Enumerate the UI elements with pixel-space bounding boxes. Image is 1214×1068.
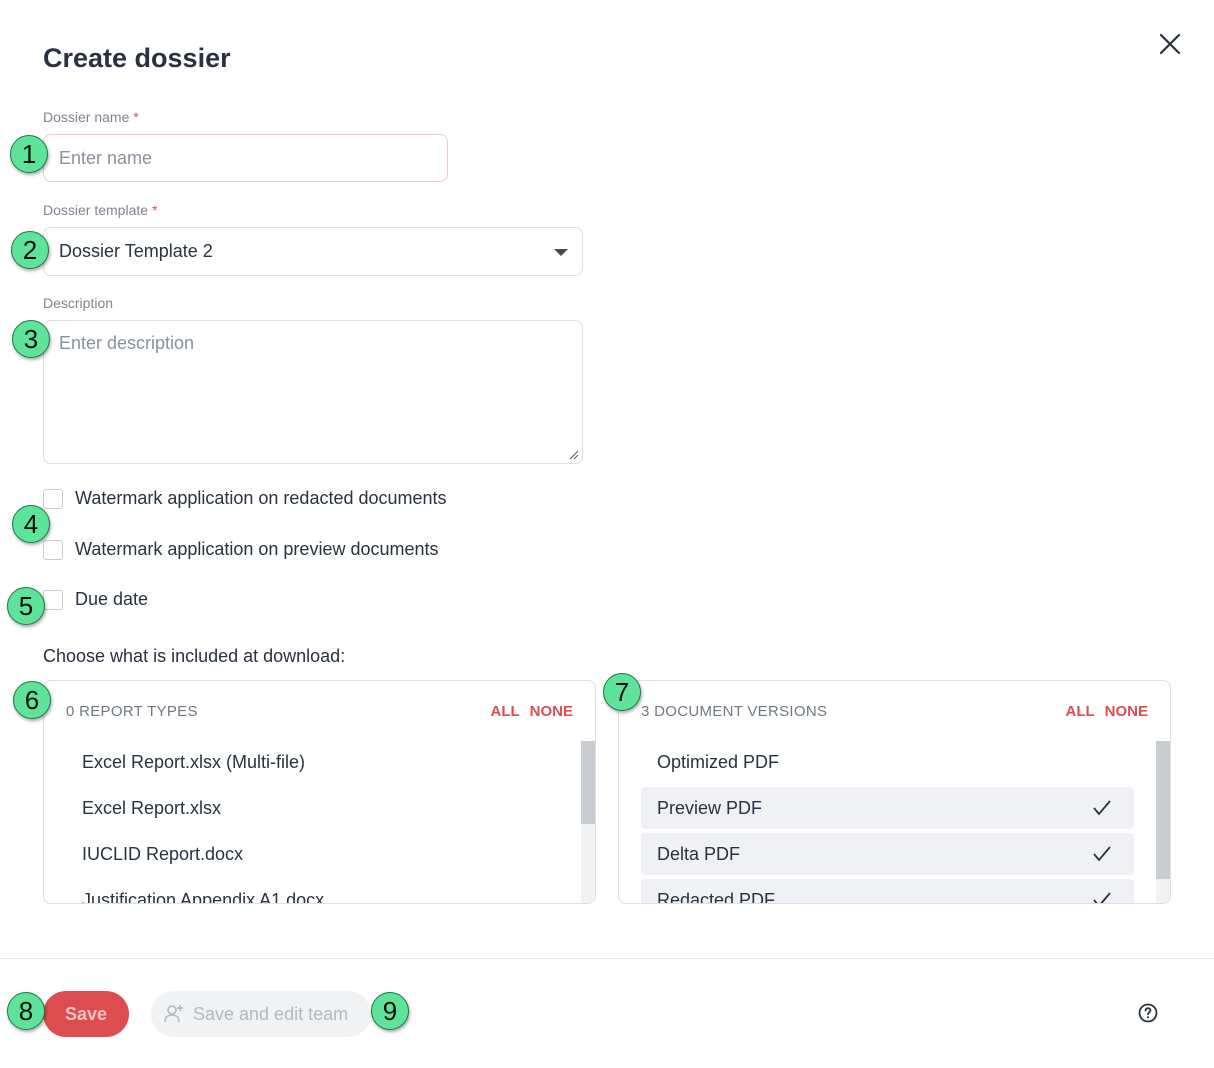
watermark-preview-checkbox[interactable]	[43, 539, 63, 560]
checkmark-icon	[1093, 800, 1111, 816]
caret-down-icon	[554, 249, 568, 256]
report-types-scrollbar[interactable]	[581, 741, 595, 903]
due-date-checkbox[interactable]	[43, 589, 63, 610]
list-item[interactable]: IUCLID Report.docx	[66, 833, 559, 875]
list-item-label: Preview PDF	[657, 797, 763, 818]
list-item-label: IUCLID Report.docx	[82, 843, 244, 864]
list-item-label: Optimized PDF	[657, 751, 780, 772]
scrollbar-thumb[interactable]	[1156, 741, 1170, 879]
list-item[interactable]: Redacted PDF	[641, 879, 1134, 903]
list-item[interactable]: Justification Appendix A1.docx	[66, 879, 559, 904]
description-textarea[interactable]: Enter description	[43, 320, 583, 464]
help-icon[interactable]	[1138, 1003, 1158, 1023]
dossier-template-label-text: Dossier template	[43, 202, 149, 218]
document-versions-scrollbar[interactable]	[1156, 741, 1170, 903]
list-item[interactable]: Delta PDF	[641, 833, 1134, 875]
footer-divider	[0, 958, 1214, 959]
watermark-redacted-label: Watermark application on redacted docume…	[75, 488, 447, 508]
annotation-badge-8: 8	[7, 992, 45, 1030]
resize-handle-icon[interactable]	[567, 448, 579, 460]
save-button[interactable]: Save	[43, 991, 129, 1037]
description-label: Description	[43, 295, 114, 311]
download-section-title: Choose what is included at download:	[43, 646, 346, 666]
checkmark-icon	[1093, 846, 1111, 862]
due-date-label: Due date	[75, 589, 149, 609]
checkmark-icon	[1093, 892, 1111, 903]
description-placeholder: Enter description	[59, 333, 195, 353]
document-versions-panel: 3 DOCUMENT VERSIONS ALL NONE Optimized P…	[618, 680, 1171, 904]
report-types-panel: 0 REPORT TYPES ALL NONE Excel Report.xls…	[43, 680, 596, 904]
list-item-label: Excel Report.xlsx (Multi-file)	[82, 751, 306, 772]
dialog-title: Create dossier	[43, 43, 231, 73]
dossier-name-label: Dossier name *	[43, 108, 139, 126]
required-mark: *	[151, 202, 158, 218]
watermark-preview-option[interactable]: Watermark application on preview documen…	[43, 539, 439, 560]
annotation-badge-5: 5	[7, 587, 45, 625]
dossier-template-value: Dossier Template 2	[59, 241, 213, 261]
add-user-icon	[164, 1005, 183, 1023]
watermark-redacted-option[interactable]: Watermark application on redacted docume…	[43, 488, 447, 509]
dossier-name-label-text: Dossier name	[43, 109, 130, 125]
document-versions-all-button[interactable]: ALL	[1065, 703, 1094, 720]
list-item[interactable]: Optimized PDF	[641, 741, 1134, 783]
save-and-edit-team-label: Save and edit team	[193, 1003, 349, 1024]
report-types-list: Excel Report.xlsx (Multi-file) Excel Rep…	[44, 741, 581, 904]
dossier-template-label: Dossier template *	[43, 201, 157, 219]
annotation-badge-4: 4	[12, 505, 50, 543]
annotation-badge-9: 9	[371, 992, 409, 1030]
list-item-label: Redacted PDF	[657, 889, 776, 904]
required-mark: *	[133, 109, 139, 125]
due-date-option[interactable]: Due date	[43, 589, 148, 610]
annotation-badge-2: 2	[11, 231, 49, 269]
list-item-label: Excel Report.xlsx	[82, 797, 222, 818]
annotation-badge-1: 1	[10, 135, 48, 173]
document-versions-list: Optimized PDF Preview PDF Delta PDF Reda…	[619, 741, 1156, 903]
annotation-badge-7: 7	[603, 673, 641, 711]
document-versions-actions: ALL NONE	[1065, 703, 1148, 720]
scrollbar-thumb[interactable]	[581, 741, 595, 824]
dossier-name-placeholder: Enter name	[59, 147, 153, 168]
document-versions-header: 3 DOCUMENT VERSIONS	[641, 703, 828, 720]
report-types-actions: ALL NONE	[490, 703, 573, 720]
report-types-all-button[interactable]: ALL	[490, 703, 519, 720]
list-item-label: Justification Appendix A1.docx	[82, 889, 325, 904]
watermark-redacted-checkbox[interactable]	[43, 488, 63, 509]
annotation-badge-3: 3	[12, 320, 50, 358]
document-versions-none-button[interactable]: NONE	[1105, 703, 1148, 720]
list-item-label: Delta PDF	[657, 843, 741, 864]
list-item[interactable]: Preview PDF	[641, 787, 1134, 829]
report-types-none-button[interactable]: NONE	[530, 703, 573, 720]
dossier-name-input[interactable]: Enter name	[43, 134, 448, 182]
watermark-preview-label: Watermark application on preview documen…	[75, 539, 439, 559]
annotation-badge-6: 6	[13, 681, 51, 719]
list-item[interactable]: Excel Report.xlsx (Multi-file)	[66, 741, 559, 783]
report-types-header: 0 REPORT TYPES	[66, 703, 198, 720]
save-and-edit-team-button[interactable]: Save and edit team	[151, 991, 371, 1037]
dossier-template-select[interactable]: Dossier Template 2	[43, 227, 583, 276]
list-item[interactable]: Excel Report.xlsx	[66, 787, 559, 829]
close-icon[interactable]	[1156, 30, 1184, 58]
create-dossier-dialog: Create dossier Dossier name * Enter name…	[0, 0, 1214, 1068]
